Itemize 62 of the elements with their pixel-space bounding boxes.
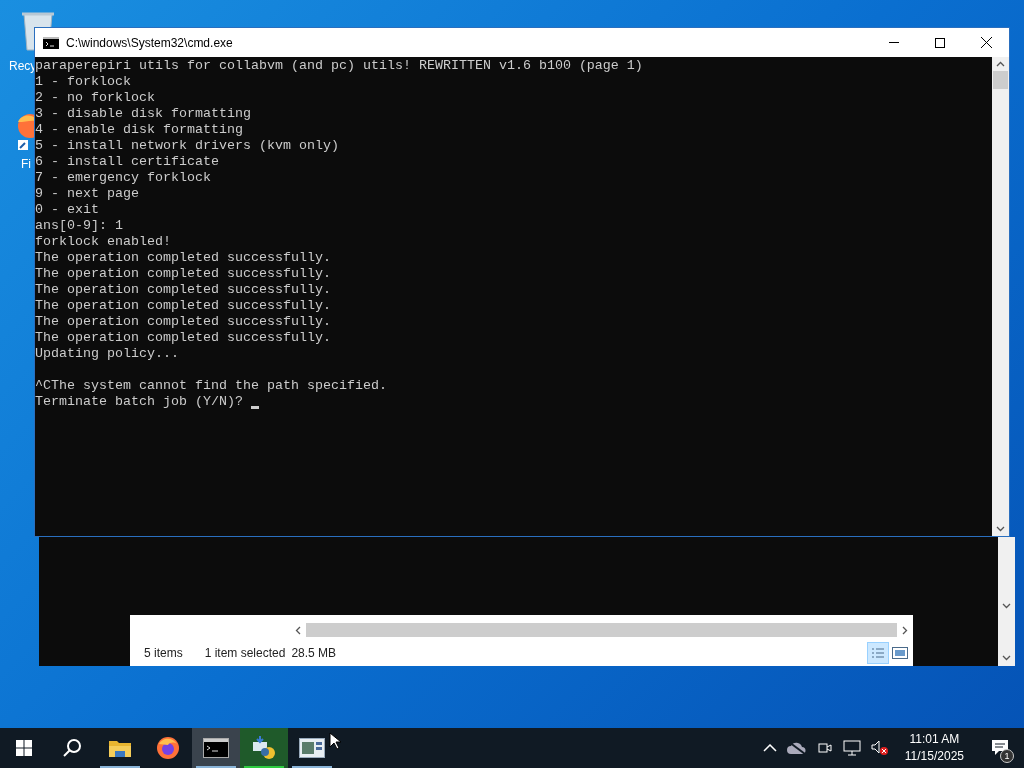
mouse-pointer-icon	[329, 732, 341, 750]
console-line: The operation completed successfully.	[35, 298, 331, 314]
console-line: 5 - install network drivers (kvm only)	[35, 138, 339, 154]
vertical-scrollbar[interactable]	[998, 537, 1015, 666]
console-line: 3 - disable disk formatting	[35, 106, 251, 122]
cloud-off-icon[interactable]	[786, 741, 807, 755]
notifications-button[interactable]: 1	[980, 728, 1020, 768]
selection-info: 1 item selected	[204, 644, 286, 662]
item-count: 5 items	[144, 644, 183, 662]
console-line: Terminate batch job (Y/N)?	[35, 394, 244, 410]
speaker-muted-icon[interactable]	[870, 740, 889, 756]
message-icon	[991, 739, 1009, 757]
window-title: C:\windows\System32\cmd.exe	[66, 34, 233, 52]
scrollbar-thumb[interactable]	[306, 623, 897, 637]
taskbar-app[interactable]	[192, 728, 240, 768]
console-line: 0 - exit	[35, 202, 99, 218]
scroll-down-icon[interactable]	[996, 526, 1005, 532]
fox-globe-icon	[156, 736, 180, 760]
console-line: The operation completed successfully.	[35, 250, 331, 266]
console-line: forklock enabled!	[35, 234, 171, 250]
scroll-up-icon[interactable]	[996, 61, 1005, 67]
console-line: 1 - forklock	[35, 74, 131, 90]
close-icon	[980, 37, 992, 48]
folder-icon	[108, 738, 132, 758]
console-line: 2 - no forklock	[35, 90, 155, 106]
scroll-down-icon[interactable]	[1002, 603, 1011, 609]
console-line: 6 - install certificate	[35, 154, 219, 170]
window-icon	[299, 738, 325, 758]
network-icon[interactable]	[842, 740, 861, 756]
console-line: paraperepiri utils for collabvm (and pc) utils! REWRITTEN v1.6 b100 (page 1)	[35, 58, 643, 74]
notification-count: 1	[1000, 749, 1014, 763]
console-line: Updating policy...	[35, 346, 179, 362]
clock-time[interactable]: 11:01 AM	[909, 731, 960, 748]
clock-date[interactable]: 11/15/2025	[904, 748, 964, 765]
details-view-icon	[871, 646, 885, 659]
network-setup-icon	[251, 736, 277, 760]
console-line: The operation completed successfully.	[35, 330, 331, 346]
scroll-down-icon[interactable]	[1002, 655, 1011, 661]
console-line: The operation completed successfully.	[35, 314, 331, 330]
console-line: 9 - next page	[35, 186, 139, 202]
console-line: 4 - enable disk formatting	[35, 122, 243, 138]
desktop-icon-label[interactable]: Fi	[21, 157, 31, 171]
scroll-left-icon[interactable]	[295, 625, 301, 635]
console-line: The operation completed successfully.	[35, 266, 331, 282]
maximize-icon	[935, 37, 945, 48]
taskbar-app[interactable]	[240, 728, 288, 768]
terminal-icon	[43, 36, 59, 49]
selection-size: 28.5 MB	[291, 644, 337, 662]
console-line: ans[0-9]: 1	[35, 218, 123, 234]
console-line: The operation completed successfully.	[35, 282, 331, 298]
chevron-up-icon[interactable]	[762, 744, 777, 752]
minimize-icon	[889, 42, 899, 43]
windows-logo-icon	[16, 740, 32, 756]
vertical-scrollbar[interactable]	[992, 57, 1009, 536]
camera-icon[interactable]	[816, 740, 833, 756]
scroll-right-icon[interactable]	[902, 625, 908, 635]
terminal-icon	[203, 738, 229, 758]
search-icon	[62, 738, 82, 758]
console-line: 7 - emergency forklock	[35, 170, 211, 186]
scrollbar-thumb[interactable]	[993, 71, 1008, 89]
console-line: ^CThe system cannot find the path specified.	[35, 378, 387, 394]
large-icons-view-icon	[892, 646, 908, 659]
